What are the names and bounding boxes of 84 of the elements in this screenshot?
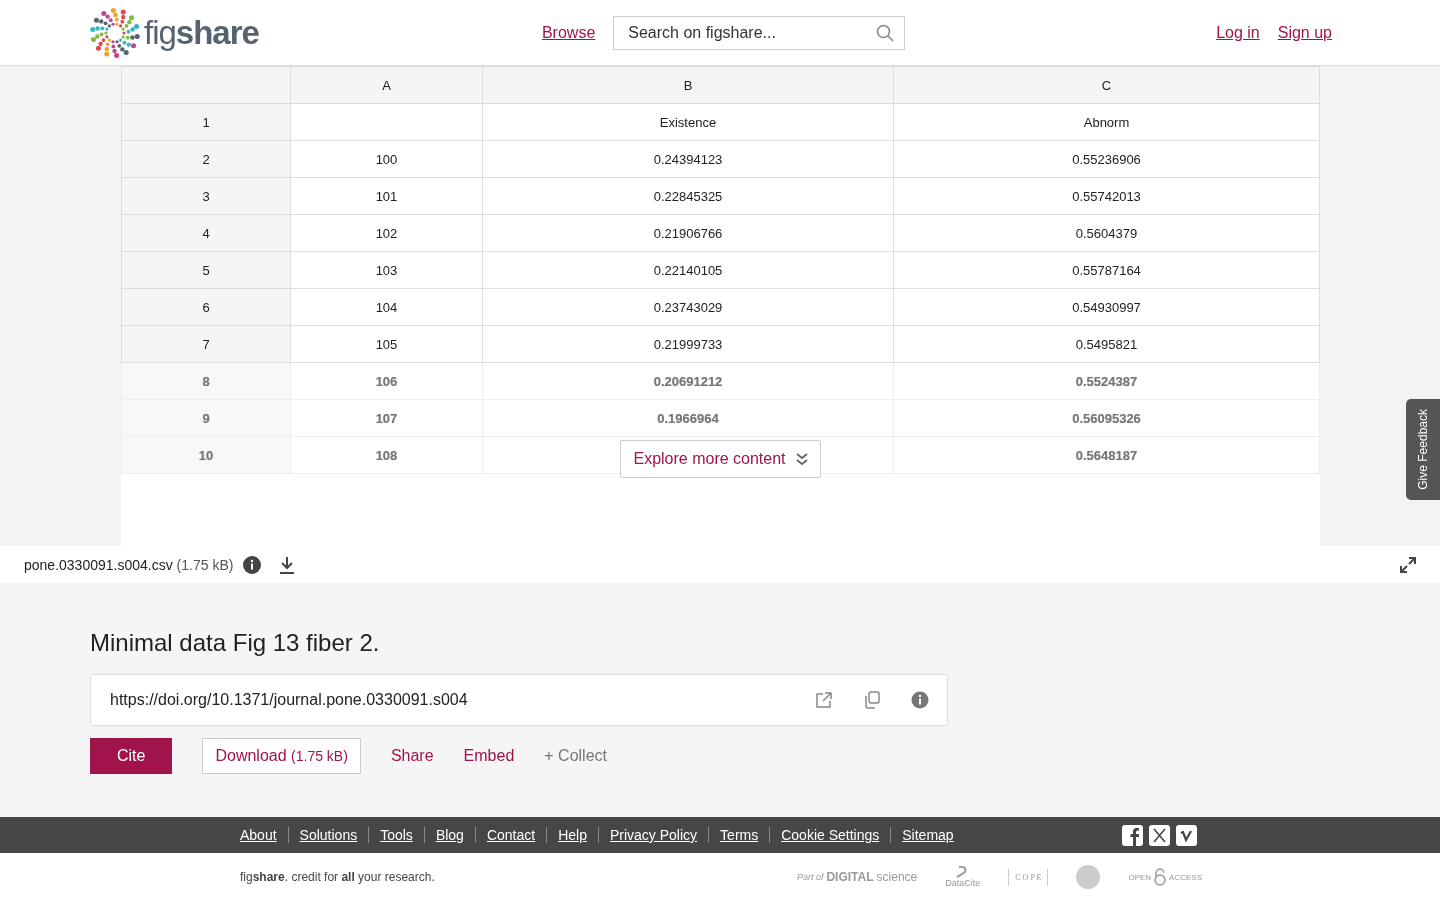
column-header: A: [290, 66, 483, 104]
doi-field: https://doi.org/10.1371/journal.pone.0330091.s004: [90, 674, 948, 726]
table-cell: 101: [290, 177, 483, 215]
expand-icon[interactable]: [1400, 556, 1416, 573]
tagline: figshare. credit for all your research.: [240, 870, 435, 884]
table-cell: 0.5648187: [893, 436, 1320, 474]
table-cell: 106: [290, 362, 483, 400]
file-name: pone.0330091.s004.csv (1.75 kB): [24, 556, 234, 573]
search-field[interactable]: Search on figshare...: [613, 15, 906, 50]
row-number: 10: [121, 436, 291, 474]
login-link[interactable]: Log in: [1216, 23, 1260, 42]
open-access-logo: OPEN ACCESS: [1128, 868, 1202, 886]
copy-icon[interactable]: [863, 691, 881, 709]
table-cell: 104: [290, 288, 483, 326]
cite-button[interactable]: Cite: [90, 738, 173, 774]
download-icon[interactable]: [279, 555, 296, 574]
seal-icon: [1076, 865, 1101, 889]
download-button[interactable]: Download (1.75 kB): [202, 738, 361, 774]
table-cell: 0.21906766: [482, 214, 894, 252]
row-number: 6: [121, 288, 291, 326]
footer-link[interactable]: Privacy Policy: [609, 827, 698, 843]
info-icon[interactable]: [243, 555, 262, 574]
footer-link[interactable]: Terms: [720, 827, 759, 843]
action-link[interactable]: Embed: [463, 738, 515, 774]
table-cell: 0.21999733: [482, 325, 894, 363]
table-cell: 0.22140105: [482, 251, 894, 289]
action-link[interactable]: Share: [390, 738, 434, 774]
table-cell: 107: [290, 399, 483, 437]
table-cell: 0.55787164: [893, 251, 1320, 289]
table-cell: 108: [290, 436, 483, 474]
row-number: 3: [121, 177, 291, 215]
table-cell: 0.54930997: [893, 288, 1320, 326]
row-number: 2: [121, 140, 291, 178]
table-cell: 0.5524387: [893, 362, 1320, 400]
explore-more-button[interactable]: Explore more content: [620, 440, 821, 478]
cope-logo: C O P E: [1008, 868, 1049, 886]
collect-button[interactable]: + Collect: [544, 738, 607, 774]
column-header: C: [893, 66, 1320, 104]
item-title: Minimal data Fig 13 fiber 2.: [90, 628, 381, 657]
table-cell: 0.55236906: [893, 140, 1320, 178]
footer-link[interactable]: Tools: [380, 827, 413, 843]
row-number: 9: [121, 399, 291, 437]
table-cell: 0.20691212: [482, 362, 894, 400]
row-number: 7: [121, 325, 291, 363]
table-cell: 0.56095326: [893, 399, 1320, 437]
browse-link[interactable]: Browse: [541, 23, 596, 42]
footer-link[interactable]: About: [240, 827, 277, 843]
table-cell: 0.55742013: [893, 177, 1320, 215]
table-cell: 0.5495821: [893, 325, 1320, 363]
signup-link[interactable]: Sign up: [1277, 23, 1332, 42]
x-icon[interactable]: [1149, 824, 1170, 846]
facebook-icon[interactable]: [1122, 824, 1143, 846]
row-number: 8: [121, 362, 291, 400]
table-cell: Abnorm: [893, 103, 1320, 141]
table-cell: 105: [290, 325, 483, 363]
feedback-tab[interactable]: Give Feedback: [1406, 399, 1440, 500]
table-cell: 0.1966964: [482, 399, 894, 437]
row-number: 1: [121, 103, 291, 141]
row-number: 4: [121, 214, 291, 252]
table-cell: 102: [290, 214, 483, 252]
info-icon[interactable]: [911, 691, 929, 709]
logo-text: figshare: [144, 13, 259, 52]
table-cell: 0.5604379: [893, 214, 1320, 252]
table-cell: 0.22845325: [482, 177, 894, 215]
double-chevron-icon: [795, 452, 808, 466]
footer-link[interactable]: Blog: [435, 827, 464, 843]
logo-icon: [90, 7, 140, 58]
row-number: 5: [121, 251, 291, 289]
footer-link[interactable]: Sitemap: [902, 827, 954, 843]
search-icon[interactable]: [876, 23, 895, 42]
footer-link[interactable]: Solutions: [299, 827, 358, 843]
datacite-logo: DataCite: [945, 866, 981, 888]
footer-link[interactable]: Help: [558, 827, 587, 843]
table-cell: Existence: [482, 103, 894, 141]
table-cell: 103: [290, 251, 483, 289]
table-cell: 100: [290, 140, 483, 178]
table-cell: 0.23743029: [482, 288, 894, 326]
footer-link[interactable]: Contact: [486, 827, 536, 843]
footer-link[interactable]: Cookie Settings: [781, 827, 880, 843]
vimeo-icon[interactable]: [1176, 824, 1197, 846]
column-header: B: [482, 66, 894, 104]
external-link-icon[interactable]: [815, 691, 833, 709]
table-cell: 0.24394123: [482, 140, 894, 178]
digital-science-logo: Part of DIGITAL science: [796, 870, 918, 884]
